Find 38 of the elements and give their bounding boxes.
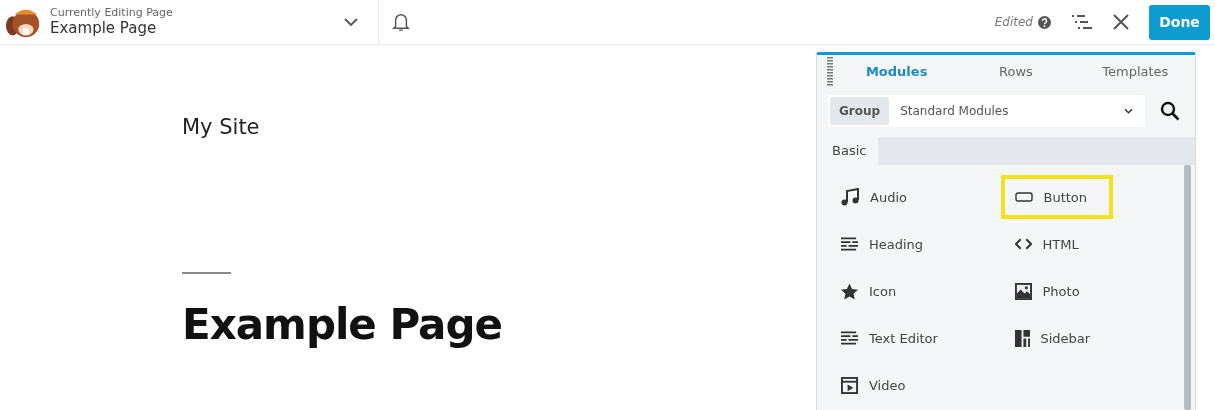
search-icon[interactable] <box>1160 101 1180 121</box>
module-item[interactable]: Audio <box>827 175 919 219</box>
close-icon[interactable] <box>1113 14 1129 30</box>
module-item[interactable]: Text Editor <box>827 316 950 360</box>
group-select[interactable]: Group Standard Modules <box>828 95 1145 127</box>
module-item[interactable]: Photo <box>1000 269 1092 313</box>
module-item[interactable]: Icon <box>827 269 909 313</box>
scrollbar-thumb[interactable] <box>1184 165 1191 410</box>
page-heading: Example Page <box>182 300 502 349</box>
video-clip-icon <box>841 376 858 394</box>
bell-icon[interactable] <box>392 12 410 32</box>
module-item[interactable]: Video <box>827 363 918 407</box>
group-value: Standard Modules <box>900 104 1010 118</box>
layout-columns-icon <box>1014 329 1030 347</box>
module-item[interactable]: Sidebar <box>1000 316 1103 360</box>
text-lines-icon <box>841 331 858 345</box>
code-brackets-icon <box>1014 238 1032 250</box>
image-icon <box>1014 282 1032 300</box>
rounded-rectangle-icon <box>1014 192 1033 202</box>
module-item[interactable]: HTML <box>1000 222 1091 266</box>
drag-handle-icon[interactable] <box>827 56 833 87</box>
star-icon <box>841 282 858 300</box>
text-lines-icon <box>841 237 858 251</box>
panel-tab[interactable]: Rows <box>956 63 1076 80</box>
music-note-icon <box>841 188 859 206</box>
page-title: Example Page <box>50 19 158 38</box>
module-item[interactable]: Button <box>1000 175 1114 219</box>
help-icon[interactable] <box>1038 15 1051 29</box>
outline-list-icon[interactable] <box>1071 14 1093 30</box>
edited-status: Edited <box>994 15 1033 29</box>
site-title: My Site <box>182 115 260 139</box>
chevron-down-icon[interactable] <box>344 18 358 26</box>
section-tab[interactable]: Basic <box>817 137 879 165</box>
group-label: Group <box>830 97 890 125</box>
panel-tab[interactable]: Templates <box>1075 63 1195 80</box>
chevron-down-icon <box>1124 108 1133 114</box>
module-item[interactable]: Heading <box>827 222 936 266</box>
caption-text: Currently Editing Page <box>50 6 174 19</box>
